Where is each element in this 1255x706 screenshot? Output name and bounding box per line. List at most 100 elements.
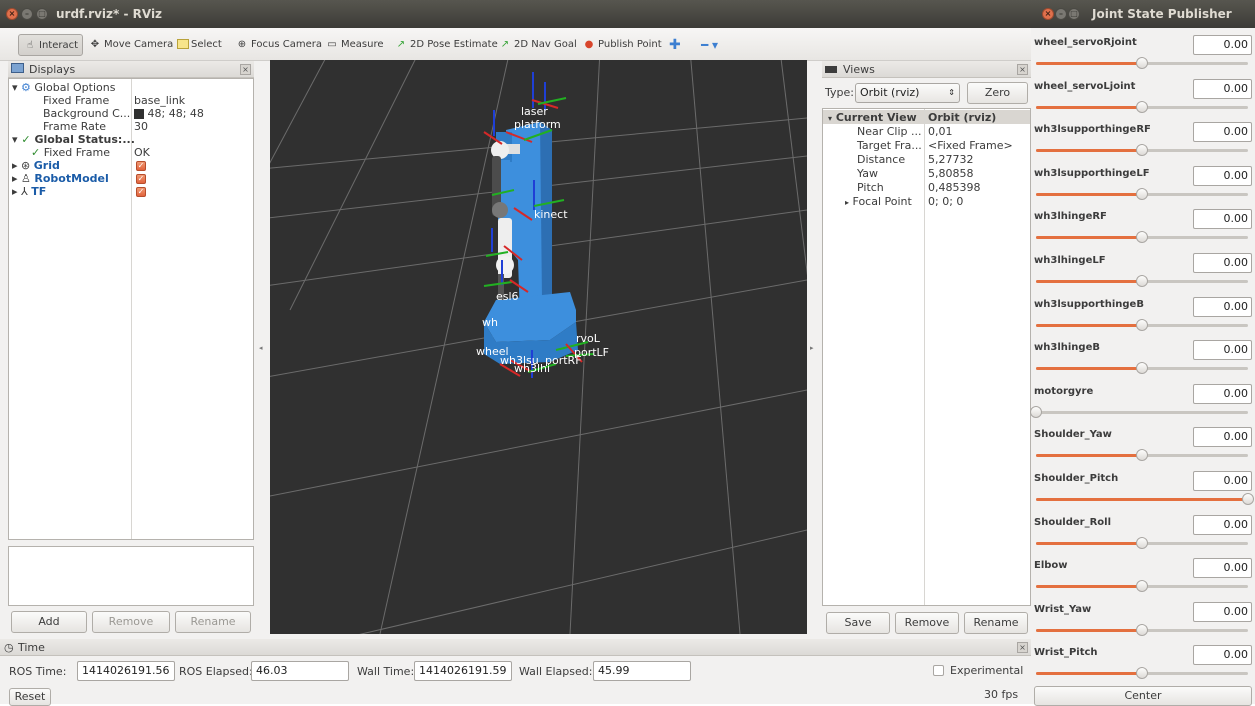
joint-slider-handle[interactable] xyxy=(1136,57,1148,69)
joint-value-field[interactable]: 0.00 xyxy=(1193,209,1252,230)
focal-point-row[interactable]: ▸ Focal Point xyxy=(845,195,912,208)
joint-slider-track[interactable] xyxy=(1030,405,1248,418)
joint-slider-track[interactable] xyxy=(1036,493,1254,505)
joint-slider-handle[interactable] xyxy=(1136,275,1148,287)
move-camera-tool-button[interactable]: ✥ Move Camera xyxy=(86,34,173,56)
background-color-value[interactable]: 48; 48; 48 xyxy=(134,107,204,120)
rename-display-button[interactable]: Rename xyxy=(175,611,251,633)
minimize-window-icon[interactable]: – xyxy=(1055,8,1067,20)
grid-display-row[interactable]: ▸ ⊛ Grid xyxy=(12,159,60,172)
pose-estimate-tool-button[interactable]: ↗ 2D Pose Estimate xyxy=(392,34,498,56)
joint-slider-handle[interactable] xyxy=(1136,580,1148,593)
joint-value-field[interactable]: 0.00 xyxy=(1193,558,1252,579)
joint-slider-handle[interactable] xyxy=(1136,536,1148,549)
joint-slider-handle[interactable] xyxy=(1136,187,1148,200)
joint-slider-track[interactable] xyxy=(1036,187,1248,200)
close-window-icon[interactable]: × xyxy=(1042,8,1054,20)
wall-time-field[interactable]: 1414026191.59 xyxy=(414,661,512,681)
close-panel-icon[interactable]: × xyxy=(240,64,251,75)
joint-slider-track[interactable] xyxy=(1036,362,1248,375)
joint-value-field[interactable]: 0.00 xyxy=(1193,165,1252,186)
joint-slider-handle[interactable] xyxy=(1136,362,1148,375)
joint-value-field[interactable]: 0.00 xyxy=(1193,78,1252,99)
pitch-value[interactable]: 0,485398 xyxy=(928,181,981,194)
joint-slider-handle[interactable] xyxy=(1136,318,1148,331)
joint-slider-track[interactable] xyxy=(1036,57,1248,69)
joint-slider-track[interactable] xyxy=(1036,231,1248,244)
joint-value-field[interactable]: 0.00 xyxy=(1193,340,1252,361)
joint-slider-handle[interactable] xyxy=(1242,493,1254,505)
close-panel-icon[interactable]: × xyxy=(1017,642,1028,653)
tf-display-row[interactable]: ▸ ⅄ TF xyxy=(12,185,46,198)
collapse-right-icon[interactable]: ▸ xyxy=(810,344,814,352)
joint-slider-track[interactable] xyxy=(1036,536,1248,549)
joint-value-field[interactable]: 0.00 xyxy=(1193,471,1252,491)
select-tool-button[interactable]: Select xyxy=(175,34,222,56)
joint-slider-track[interactable] xyxy=(1036,100,1248,113)
save-view-button[interactable]: Save xyxy=(826,612,890,634)
joint-value-field[interactable]: 0.00 xyxy=(1193,35,1252,55)
joint-slider-track[interactable] xyxy=(1036,623,1248,636)
tf-enabled-checkbox[interactable]: ✓ xyxy=(136,185,146,198)
view-type-select[interactable]: Orbit (rviz) ⇕ xyxy=(855,83,960,103)
maximize-window-icon[interactable]: □ xyxy=(1068,8,1080,20)
ros-elapsed-field[interactable]: 46.03 xyxy=(251,661,349,681)
joint-slider-handle[interactable] xyxy=(1136,231,1148,244)
zero-view-button[interactable]: Zero xyxy=(967,82,1028,104)
center-button[interactable]: Center xyxy=(1034,686,1252,706)
joint-value-field[interactable]: 0.00 xyxy=(1193,253,1252,273)
global-options-row[interactable]: ▾ ⚙ Global Options xyxy=(12,81,115,94)
joint-slider-track[interactable] xyxy=(1036,667,1248,680)
focal-point-value[interactable]: 0; 0; 0 xyxy=(928,195,963,208)
collapse-left-icon[interactable]: ◂ xyxy=(259,344,263,352)
publish-point-tool-button[interactable]: ● Publish Point xyxy=(580,34,662,56)
measure-tool-button[interactable]: ▭ Measure xyxy=(323,34,383,56)
experimental-checkbox[interactable] xyxy=(933,665,944,676)
wall-elapsed-field[interactable]: 45.99 xyxy=(593,661,691,681)
add-display-button[interactable]: Add xyxy=(11,611,87,633)
focus-camera-tool-button[interactable]: ⊕ Focus Camera xyxy=(233,34,322,56)
nav-goal-tool-button[interactable]: ↗ 2D Nav Goal xyxy=(496,34,577,56)
joint-slider-handle[interactable] xyxy=(1136,449,1148,462)
ros-time-field[interactable]: 1414026191.56 xyxy=(77,661,175,681)
joint-slider-handle[interactable] xyxy=(1136,144,1148,157)
robotmodel-display-row[interactable]: ▸ ♙ RobotModel xyxy=(12,172,109,185)
joint-value-field[interactable]: 0.00 xyxy=(1193,296,1252,317)
joint-value-field[interactable]: 0.00 xyxy=(1193,122,1252,143)
joint-slider-handle[interactable] xyxy=(1136,667,1148,680)
add-tool-plus-icon[interactable]: ✚ xyxy=(667,34,681,56)
yaw-value[interactable]: 5,80858 xyxy=(928,167,974,180)
joint-value-field[interactable]: 0.00 xyxy=(1193,383,1252,404)
grid-enabled-checkbox[interactable]: ✓ xyxy=(136,159,146,172)
remove-display-button[interactable]: Remove xyxy=(92,611,170,633)
frame-rate-value[interactable]: 30 xyxy=(134,120,148,133)
3d-render-viewport[interactable]: laser platform kinect esl6 wh wheel rvoL… xyxy=(270,60,807,634)
robotmodel-enabled-checkbox[interactable]: ✓ xyxy=(136,172,146,185)
joint-slider-track[interactable] xyxy=(1036,275,1248,287)
near-clip-value[interactable]: 0,01 xyxy=(928,125,953,138)
minimize-window-icon[interactable]: – xyxy=(21,8,33,20)
joint-value-field[interactable]: 0.00 xyxy=(1193,427,1252,448)
joint-slider-track[interactable] xyxy=(1036,318,1248,331)
maximize-window-icon[interactable]: □ xyxy=(36,8,48,20)
joint-slider-track[interactable] xyxy=(1036,580,1248,593)
distance-value[interactable]: 5,27732 xyxy=(928,153,974,166)
joint-value-field[interactable]: 0.00 xyxy=(1193,601,1252,622)
current-view-row[interactable]: ▾ Current View xyxy=(828,111,917,124)
joint-slider-handle[interactable] xyxy=(1136,623,1148,636)
joint-slider-handle[interactable] xyxy=(1030,405,1042,418)
joint-slider-handle[interactable] xyxy=(1136,100,1148,113)
close-panel-icon[interactable]: × xyxy=(1017,64,1028,75)
remove-tool-menu-icon[interactable]: ━ ▾ xyxy=(699,34,718,56)
remove-view-button[interactable]: Remove xyxy=(895,612,959,634)
joint-slider-track[interactable] xyxy=(1036,449,1248,462)
interact-tool-button[interactable]: ☝ Interact xyxy=(18,34,84,56)
reset-button[interactable]: Reset xyxy=(9,688,51,706)
joint-value-field[interactable]: 0.00 xyxy=(1193,514,1252,535)
joint-slider-track[interactable] xyxy=(1036,144,1248,157)
global-status-row[interactable]: ▾ ✓ Global Status:... xyxy=(12,133,135,146)
rename-view-button[interactable]: Rename xyxy=(964,612,1028,634)
fixed-frame-value[interactable]: base_link xyxy=(134,94,185,107)
joint-value-field[interactable]: 0.00 xyxy=(1193,645,1252,666)
target-frame-value[interactable]: <Fixed Frame> xyxy=(928,139,1013,152)
